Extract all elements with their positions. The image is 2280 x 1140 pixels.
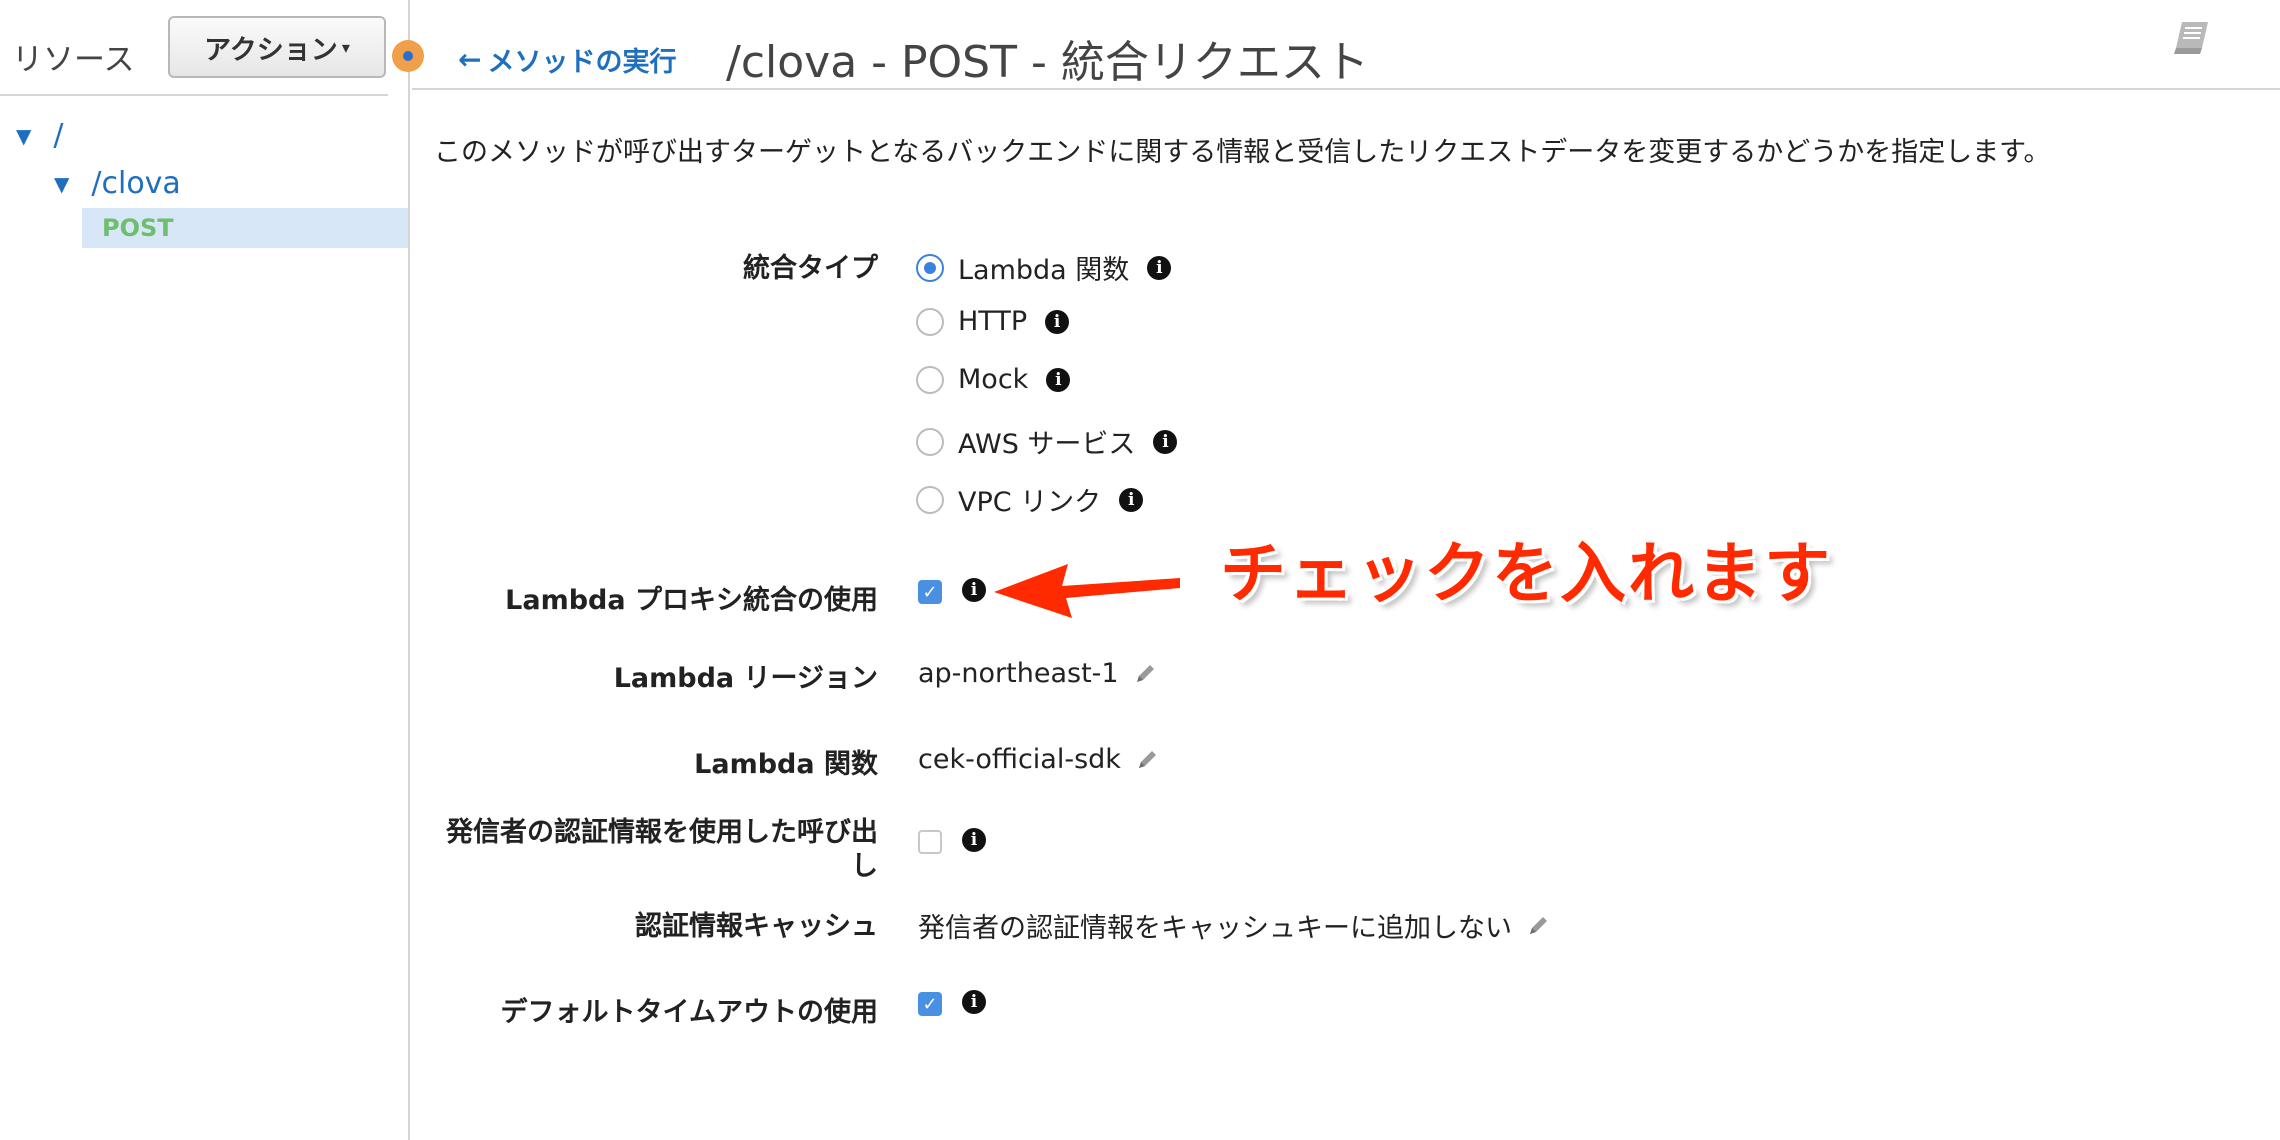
arrow-left-icon: ← xyxy=(458,43,482,76)
lambda-proxy-label: Lambda プロキシ統合の使用 xyxy=(505,585,878,616)
radio-label: HTTP xyxy=(958,306,1028,337)
back-link-label: メソッドの実行 xyxy=(487,47,677,78)
radio-label: Lambda 関数 xyxy=(958,255,1130,286)
label-line: し xyxy=(851,851,878,882)
credentials-cache-value-row: 発信者の認証情報をキャッシュキーに追加しない xyxy=(918,906,1550,945)
tree-item-clova[interactable]: ▼ /clova xyxy=(54,166,181,201)
lambda-proxy-checkbox[interactable]: ✓ xyxy=(918,580,942,604)
radio-button[interactable] xyxy=(916,427,944,456)
info-icon[interactable]: i xyxy=(962,828,986,852)
sidebar-title: リソース xyxy=(12,42,135,78)
default-timeout-label: デフォルトタイムアウトの使用 xyxy=(500,997,878,1028)
info-icon[interactable]: i xyxy=(962,578,986,602)
info-icon[interactable]: i xyxy=(1045,309,1070,334)
page-title: /clova - POST - 統合リクエスト xyxy=(726,37,1369,88)
actions-label: アクション xyxy=(204,34,338,66)
tree-item-root[interactable]: ▼ / xyxy=(16,118,64,153)
pencil-edit-icon[interactable] xyxy=(1526,914,1550,938)
credentials-cache-value: 発信者の認証情報をキャッシュキーに追加しない xyxy=(918,913,1512,944)
radio-label: AWS サービス xyxy=(958,429,1136,460)
lambda-region-label: Lambda リージョン xyxy=(613,663,878,694)
info-icon[interactable]: i xyxy=(1153,429,1178,454)
lambda-function-value: cek-official-sdk xyxy=(918,744,1121,775)
info-icon[interactable]: i xyxy=(1147,255,1172,280)
info-icon[interactable]: i xyxy=(1046,367,1071,392)
tree-item-post-method[interactable]: POST xyxy=(82,208,408,248)
radio-vpc-link[interactable]: VPC リンク i xyxy=(916,480,1144,519)
annotation-text: チェックを入れます xyxy=(1220,535,1832,612)
lambda-region-value-row: ap-northeast-1 xyxy=(918,658,1157,689)
radio-aws-service[interactable]: AWS サービス i xyxy=(916,422,1178,461)
page-description: このメソッドが呼び出すターゲットとなるバックエンドに関する情報と受信したリクエス… xyxy=(434,137,2051,168)
sidebar-header: リソース アクション ▾ xyxy=(0,0,388,96)
radio-lambda-function[interactable]: Lambda 関数 i xyxy=(916,248,1172,287)
invoke-with-caller-credentials-checkbox[interactable] xyxy=(918,830,942,854)
radio-label: VPC リンク xyxy=(958,487,1102,518)
radio-button[interactable] xyxy=(916,307,944,336)
expand-triangle-icon[interactable]: ▼ xyxy=(16,124,31,148)
pencil-edit-icon[interactable] xyxy=(1135,748,1159,772)
radio-button[interactable] xyxy=(916,365,944,394)
lambda-function-value-row: cek-official-sdk xyxy=(918,744,1159,775)
tree-item-label: / xyxy=(53,118,64,153)
lambda-region-value: ap-northeast-1 xyxy=(918,658,1119,689)
radio-button[interactable] xyxy=(916,253,944,282)
tree-item-label: /clova xyxy=(91,166,181,201)
label-line: 発信者の認証情報を使用した呼び出 xyxy=(446,817,878,848)
annotation-arrow-icon xyxy=(994,564,1180,618)
info-icon[interactable]: i xyxy=(962,990,986,1014)
resources-sidebar: リソース アクション ▾ ▼ / ▼ /clova POST xyxy=(0,0,424,1140)
lambda-function-label: Lambda 関数 xyxy=(694,749,878,780)
integration-type-label: 統合タイプ xyxy=(743,253,878,284)
page-header: ← メソッドの実行 /clova - POST - 統合リクエスト xyxy=(412,0,2280,90)
default-timeout-checkbox[interactable]: ✓ xyxy=(918,992,942,1016)
invoke-with-caller-credentials-label: 発信者の認証情報を使用した呼び出 し xyxy=(446,816,878,884)
caret-down-icon: ▾ xyxy=(341,37,350,57)
credentials-cache-label: 認証情報キャッシュ xyxy=(635,911,878,942)
radio-button[interactable] xyxy=(916,485,944,514)
expand-triangle-icon[interactable]: ▼ xyxy=(54,172,69,196)
radio-label: Mock xyxy=(958,364,1029,395)
main-panel: ← メソッドの実行 /clova - POST - 統合リクエスト このメソッド… xyxy=(412,0,2280,1140)
info-icon[interactable]: i xyxy=(1119,487,1144,512)
radio-http[interactable]: HTTP i xyxy=(916,306,1070,337)
pencil-edit-icon[interactable] xyxy=(1133,662,1157,686)
actions-dropdown-button[interactable]: アクション ▾ xyxy=(168,16,386,78)
book-icon[interactable] xyxy=(2172,18,2212,56)
back-to-method-execution-link[interactable]: ← メソッドの実行 xyxy=(458,40,676,79)
radio-mock[interactable]: Mock i xyxy=(916,364,1071,395)
